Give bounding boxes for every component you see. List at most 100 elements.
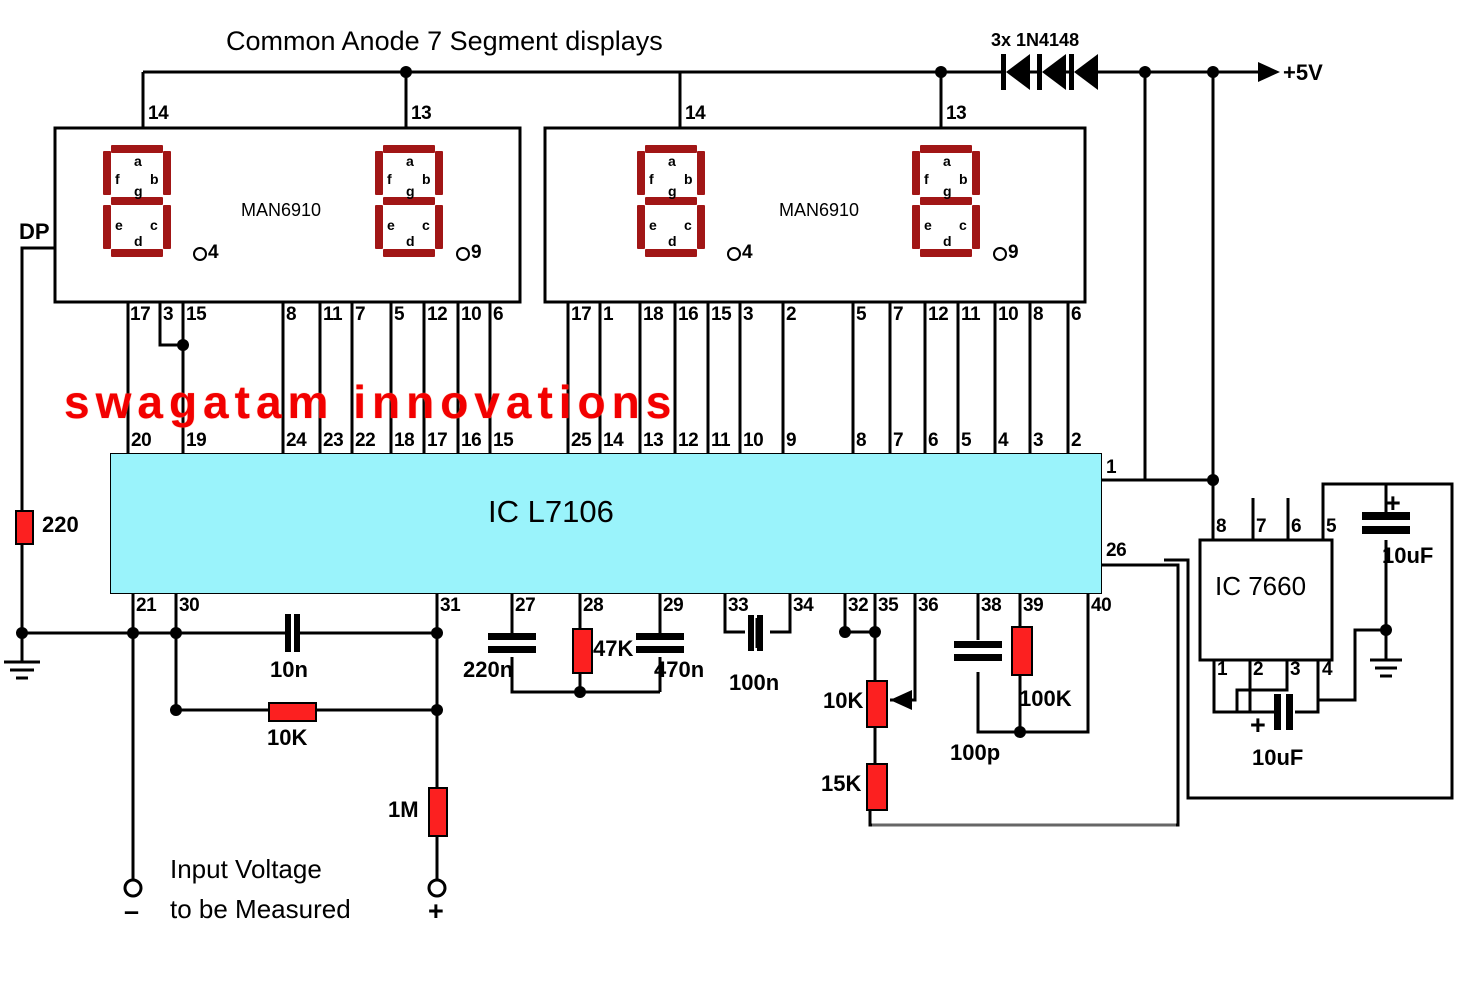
ic-top-pin-3: 24 xyxy=(286,430,307,451)
segment-e xyxy=(637,205,645,249)
segment-d xyxy=(920,249,972,257)
display-2-part-label: MAN6910 xyxy=(779,200,860,220)
ic-top-pin-4: 23 xyxy=(323,430,344,451)
segment-f xyxy=(637,151,645,195)
display-1-digit-2-dp xyxy=(456,247,470,261)
diode-group xyxy=(995,54,1098,90)
segment-d xyxy=(111,249,163,257)
display-2-bottom-pin-10: 12 xyxy=(928,304,949,325)
segment-f xyxy=(912,151,920,195)
watermark: swagatam innovations xyxy=(64,376,678,428)
cap-100n-label: 100n xyxy=(729,670,780,695)
segment-a xyxy=(383,145,435,153)
display-2-bottom-pin-3: 18 xyxy=(643,304,664,325)
input-voltage-line-1: Input Voltage xyxy=(170,854,322,884)
terminal-minus-circle xyxy=(123,878,143,898)
segment-letter-f: f xyxy=(649,171,654,187)
terminal-plus-label: + xyxy=(428,896,444,926)
ic-top-pin-12: 13 xyxy=(643,430,664,451)
ic7660-top-pin-6: 6 xyxy=(1291,516,1302,537)
segment-c xyxy=(697,205,705,249)
display-1-pin-14: 14 xyxy=(148,103,169,124)
circuit-diagram: IC L7106 IC 7660 Common Anode 7 Segment … xyxy=(0,0,1466,990)
display-2-bottom-pin-4: 16 xyxy=(678,304,699,325)
resistor-47k-label: 47K xyxy=(593,636,634,661)
display-2-bottom-pin-7: 2 xyxy=(786,304,797,325)
ic7660-top-pin-7: 7 xyxy=(1256,516,1267,537)
segment-letter-g: g xyxy=(406,183,415,199)
resistor-15k-label: 15K xyxy=(821,771,862,796)
ic7660-bottom-pin-2: 2 xyxy=(1253,659,1264,680)
segment-letter-f: f xyxy=(924,171,929,187)
terminal-plus-circle xyxy=(427,878,447,898)
ic-top-pin-18: 7 xyxy=(893,430,904,451)
segment-letter-b: b xyxy=(684,171,693,187)
segment-letter-g: g xyxy=(943,183,952,199)
cap-220n-label: 220n xyxy=(463,657,514,682)
segment-d xyxy=(383,249,435,257)
ic-top-pin-6: 18 xyxy=(394,430,415,451)
ic-7660-label: IC 7660 xyxy=(1215,571,1307,601)
ic-bottom-pin-34: 34 xyxy=(793,595,814,616)
ic-top-pin-13: 12 xyxy=(678,430,699,451)
ic-top-pin-10: 25 xyxy=(571,430,592,451)
display-1-digit-1-dp xyxy=(193,247,207,261)
segment-letter-f: f xyxy=(115,171,120,187)
segment-a xyxy=(111,145,163,153)
segment-letter-e: e xyxy=(387,217,395,233)
segment-letter-e: e xyxy=(649,217,657,233)
segment-letter-c: c xyxy=(959,217,967,233)
segment-letter-c: c xyxy=(684,217,692,233)
display-1-bottom-pin-4: 8 xyxy=(286,304,297,325)
segment-letter-a: a xyxy=(943,153,951,169)
segment-f xyxy=(375,151,383,195)
display-2-digit-2: a f b g e c d xyxy=(912,145,984,257)
display-2-digit-1-dp-pin: 4 xyxy=(742,242,753,263)
segment-b xyxy=(163,151,171,195)
segment-letter-g: g xyxy=(668,183,677,199)
display-1-digit-2-dp-pin: 9 xyxy=(471,242,482,263)
ic-top-pin-17: 8 xyxy=(856,430,867,451)
segment-letter-d: d xyxy=(406,233,415,249)
ic-bottom-pin-32: 32 xyxy=(848,595,869,616)
ic-bottom-pin-30: 30 xyxy=(179,595,200,616)
resistor-10k-divider xyxy=(268,702,317,722)
cap-10uf-pump-label: 10uF xyxy=(1252,745,1304,770)
display-2-digit-1: a f b g e c d xyxy=(637,145,709,257)
potentiometer-10k-label: 10K xyxy=(823,688,864,713)
ic-top-pin-8: 16 xyxy=(461,430,482,451)
display-2-digit-2-dp xyxy=(993,247,1007,261)
resistor-220 xyxy=(15,510,34,545)
segment-c xyxy=(972,205,980,249)
potentiometer-10k[interactable] xyxy=(866,680,888,728)
display-1-bottom-pin-2: 3 xyxy=(163,304,174,325)
display-1-bottom-pin-7: 5 xyxy=(394,304,405,325)
display-2-pin-13: 13 xyxy=(946,103,967,124)
ic-top-pin-16: 9 xyxy=(786,430,797,451)
display-2-bottom-pin-5: 15 xyxy=(711,304,732,325)
display-2-bottom-pin-8: 5 xyxy=(856,304,867,325)
display-2-pin-14: 14 xyxy=(685,103,706,124)
segment-letter-b: b xyxy=(150,171,159,187)
dp-label: DP xyxy=(19,219,50,244)
segment-f xyxy=(103,151,111,195)
ic-bottom-pin-35: 35 xyxy=(878,595,899,616)
segment-letter-c: c xyxy=(150,217,158,233)
display-1-bottom-pin-8: 12 xyxy=(427,304,448,325)
ic-right-pin-1: 1 xyxy=(1106,457,1117,478)
display-1-bottom-pin-5: 11 xyxy=(323,304,343,325)
resistor-100k xyxy=(1011,626,1033,676)
segment-e xyxy=(103,205,111,249)
segment-letter-g: g xyxy=(134,183,143,199)
segment-c xyxy=(435,205,443,249)
ic-bottom-pin-27: 27 xyxy=(515,595,536,616)
ic-l7106-label: IC L7106 xyxy=(488,494,614,529)
input-voltage-line-2: to be Measured xyxy=(170,894,351,924)
resistor-100k-label: 100K xyxy=(1019,686,1072,711)
ic7660-bottom-pin-3: 3 xyxy=(1290,659,1301,680)
segment-letter-e: e xyxy=(924,217,932,233)
ic7660-top-pin-8: 8 xyxy=(1216,516,1227,537)
segment-letter-e: e xyxy=(115,217,123,233)
ic-top-pin-19: 6 xyxy=(928,430,939,451)
ic7660-bottom-pin-4: 4 xyxy=(1322,659,1333,680)
